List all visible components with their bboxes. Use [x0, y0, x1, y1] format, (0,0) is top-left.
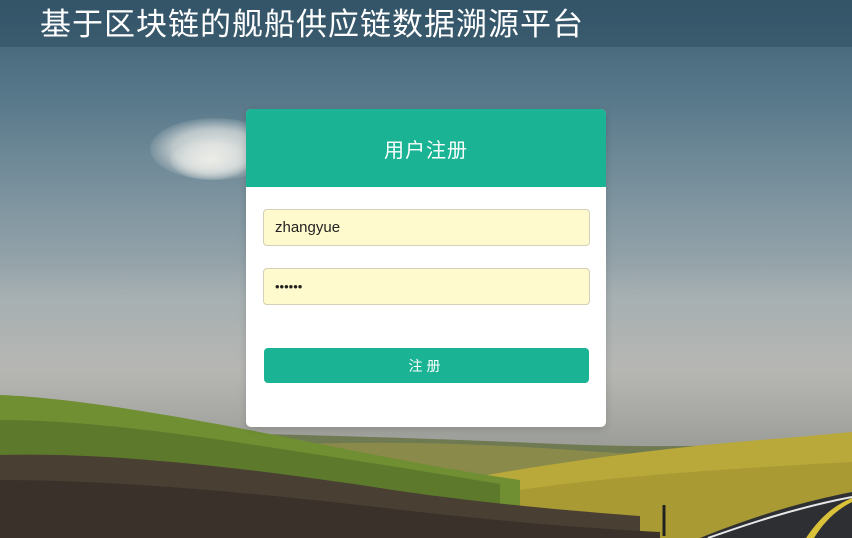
register-title: 用户注册	[384, 137, 468, 162]
register-button[interactable]: 注册	[264, 348, 589, 383]
password-input[interactable]	[263, 268, 590, 305]
register-card-header: 用户注册	[246, 109, 606, 187]
page-title: 基于区块链的舰船供应链数据溯源平台	[40, 7, 584, 43]
register-card: 用户注册 注册	[246, 109, 606, 427]
username-input[interactable]	[263, 209, 590, 246]
title-bar: 基于区块链的舰船供应链数据溯源平台	[0, 0, 852, 47]
